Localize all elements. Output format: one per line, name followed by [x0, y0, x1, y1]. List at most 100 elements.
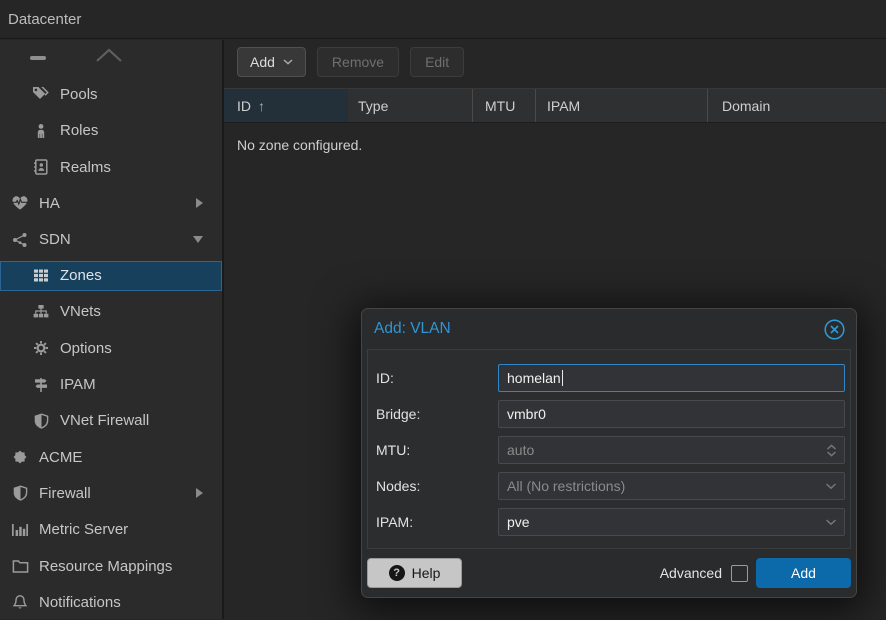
sort-ascending-icon: ↑ — [258, 98, 265, 114]
sidebar-item-realms[interactable]: Realms — [0, 149, 222, 185]
sidebar-item-label: Resource Mappings — [39, 558, 172, 575]
dialog-body: ID: homelan Bridge: vmbr0 MTU: auto Node… — [367, 349, 851, 549]
sidebar-item-label: SDN — [39, 231, 71, 248]
column-label: Type — [358, 98, 388, 114]
id-field-label: ID: — [376, 364, 498, 392]
column-label: Domain — [722, 98, 770, 114]
grid-icon — [31, 268, 51, 283]
close-icon[interactable] — [823, 318, 846, 341]
sidebar-item-clipped[interactable] — [0, 40, 222, 76]
bell-icon — [10, 594, 30, 610]
mtu-spinner[interactable]: auto — [498, 436, 845, 464]
sidebar-item-resource-mappings[interactable]: Resource Mappings — [0, 548, 222, 584]
column-label: ID — [237, 98, 251, 114]
expand-right-icon[interactable] — [196, 198, 203, 208]
id-input-value: homelan — [507, 370, 561, 386]
chevron-down-icon[interactable] — [825, 473, 837, 499]
network-icon — [10, 232, 30, 248]
ipam-select-value: pve — [507, 514, 530, 530]
sidebar-item-sdn[interactable]: SDN — [0, 221, 222, 257]
dialog-title: Add: VLAN — [374, 320, 451, 338]
mtu-field-label: MTU: — [376, 436, 498, 464]
sidebar-item-vnets[interactable]: VNets — [0, 294, 222, 330]
empty-grid-message: No zone configured. — [237, 137, 886, 153]
column-label: IPAM — [547, 98, 580, 114]
field-row-mtu: MTU: auto — [376, 436, 845, 464]
clipped-dash-icon — [30, 56, 46, 60]
column-header-id[interactable]: ID ↑ — [224, 89, 348, 122]
dialog-titlebar[interactable]: Add: VLAN — [362, 309, 856, 349]
certificate-icon — [10, 449, 30, 465]
table-header: ID ↑ Type MTU IPAM Domain — [224, 88, 886, 123]
sidebar-item-acme[interactable]: ACME — [0, 439, 222, 475]
sidebar-item-pools[interactable]: Pools — [0, 76, 222, 112]
help-button-label: Help — [412, 565, 441, 581]
id-input[interactable]: homelan — [498, 364, 845, 392]
chevron-up-icon — [94, 46, 124, 63]
tags-icon — [31, 86, 51, 102]
field-row-nodes: Nodes: All (No restrictions) — [376, 472, 845, 500]
bridge-input-value: vmbr0 — [507, 406, 546, 422]
shield-icon — [10, 485, 30, 501]
edit-button[interactable]: Edit — [410, 47, 464, 77]
address-book-icon — [31, 159, 51, 175]
column-header-ipam[interactable]: IPAM — [536, 89, 708, 122]
add-button[interactable]: Add — [237, 47, 306, 77]
sidebar-item-ipam[interactable]: IPAM — [0, 366, 222, 402]
text-cursor — [562, 370, 563, 386]
sidebar-item-label: Pools — [60, 86, 98, 103]
ipam-field-label: IPAM: — [376, 508, 498, 536]
remove-button[interactable]: Remove — [317, 47, 399, 77]
sidebar-item-label: Roles — [60, 122, 98, 139]
nodes-select[interactable]: All (No restrictions) — [498, 472, 845, 500]
sidebar-item-ha[interactable]: HA — [0, 185, 222, 221]
column-header-mtu[interactable]: MTU — [473, 89, 536, 122]
sidebar-item-notifications[interactable]: Notifications — [0, 584, 222, 620]
remove-button-label: Remove — [332, 54, 384, 70]
sidebar-item-label: Firewall — [39, 485, 91, 502]
sidebar-item-label: Zones — [60, 267, 102, 284]
bridge-field-label: Bridge: — [376, 400, 498, 428]
nodes-field-label: Nodes: — [376, 472, 498, 500]
bar-chart-icon — [10, 522, 30, 538]
expand-down-icon[interactable] — [193, 236, 203, 243]
column-header-domain[interactable]: Domain — [708, 89, 886, 122]
nodes-placeholder: All (No restrictions) — [507, 478, 625, 494]
sidebar-item-label: Notifications — [39, 594, 121, 611]
edit-button-label: Edit — [425, 54, 449, 70]
bridge-input[interactable]: vmbr0 — [498, 400, 845, 428]
sidebar-item-label: VNets — [60, 303, 101, 320]
gear-icon — [31, 340, 51, 356]
user-icon — [31, 123, 51, 139]
ipam-select[interactable]: pve — [498, 508, 845, 536]
advanced-checkbox[interactable] — [731, 565, 748, 582]
column-header-type[interactable]: Type — [348, 89, 473, 122]
sidebar: Pools Roles Realms HA SDN — [0, 40, 222, 619]
field-row-id: ID: homelan — [376, 364, 845, 392]
help-button[interactable]: ? Help — [367, 558, 462, 588]
chevron-down-icon[interactable] — [825, 509, 837, 535]
sidebar-item-firewall[interactable]: Firewall — [0, 475, 222, 511]
map-signs-icon — [31, 377, 51, 393]
expand-right-icon[interactable] — [196, 488, 203, 498]
toolbar: Add Remove Edit — [224, 40, 886, 88]
dialog-add-button[interactable]: Add — [756, 558, 851, 588]
sidebar-item-vnet-firewall[interactable]: VNet Firewall — [0, 403, 222, 439]
sidebar-item-label: VNet Firewall — [60, 412, 149, 429]
sidebar-item-zones[interactable]: Zones — [0, 261, 222, 291]
sidebar-item-options[interactable]: Options — [0, 330, 222, 366]
heartbeat-icon — [10, 195, 30, 211]
sidebar-item-metric-server[interactable]: Metric Server — [0, 512, 222, 548]
question-circle-icon: ? — [389, 565, 405, 581]
top-header-bar: Datacenter — [0, 0, 886, 39]
page-title: Datacenter — [8, 11, 81, 28]
sidebar-item-roles[interactable]: Roles — [0, 113, 222, 149]
spinner-up-down-icon[interactable] — [826, 437, 837, 463]
add-button-label: Add — [250, 54, 275, 70]
sidebar-item-label: Realms — [60, 159, 111, 176]
sidebar-item-label: Options — [60, 340, 112, 357]
field-row-bridge: Bridge: vmbr0 — [376, 400, 845, 428]
folder-icon — [10, 559, 30, 574]
shield-icon — [31, 413, 51, 429]
sitemap-icon — [31, 304, 51, 319]
